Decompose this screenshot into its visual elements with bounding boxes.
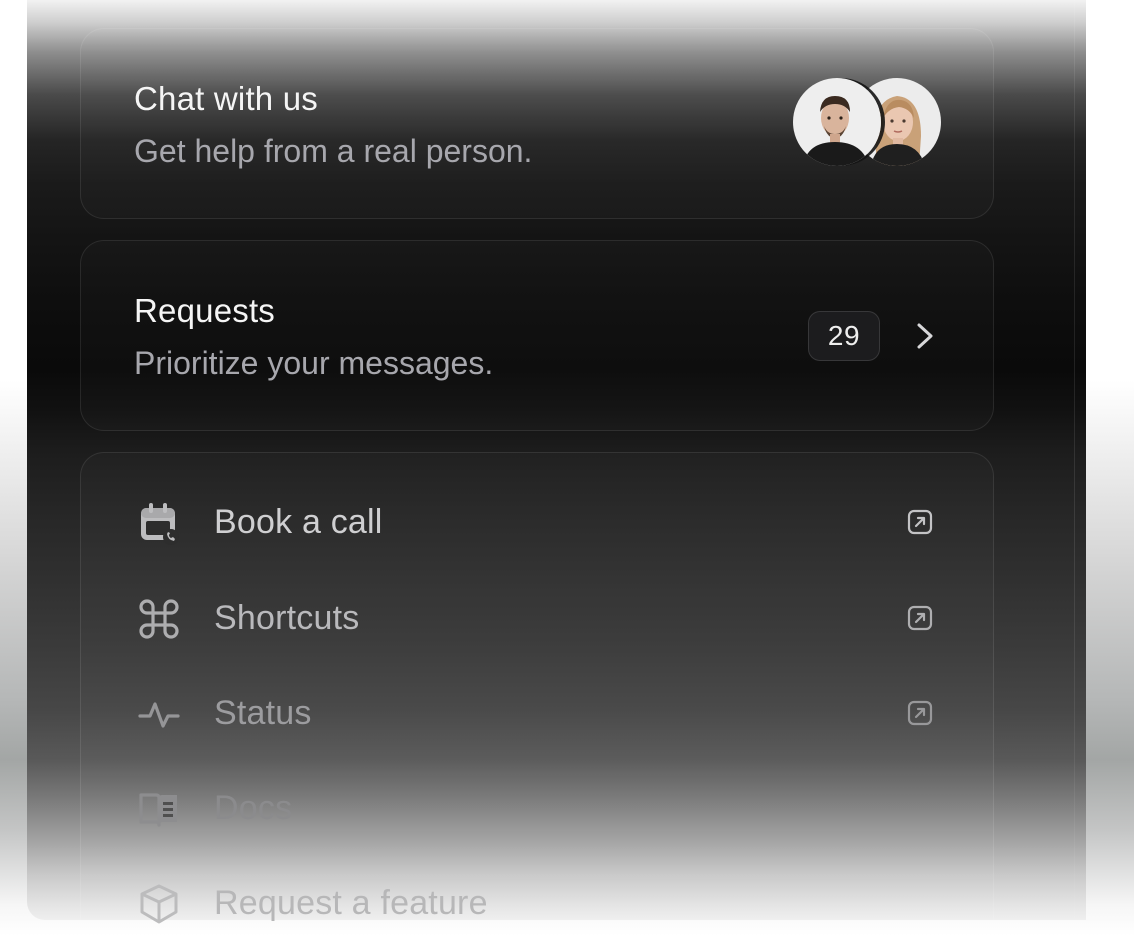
chevron-right-icon: [917, 323, 933, 349]
link-label: Shortcuts: [214, 599, 360, 637]
panel-divider: [1074, 0, 1075, 920]
link-docs[interactable]: Docs: [134, 781, 944, 841]
support-agent-man-avatar: [793, 78, 881, 166]
activity-pulse-icon: [138, 702, 180, 728]
chat-with-us-card[interactable]: Chat with us Get help from a real person…: [80, 28, 994, 219]
package-box-icon: [140, 884, 178, 924]
link-request-a-feature[interactable]: Request a feature: [134, 876, 944, 936]
link-label: Status: [214, 694, 312, 732]
command-icon: [139, 599, 179, 639]
requests-count-badge: 29: [808, 311, 880, 361]
chat-subtitle: Get help from a real person.: [134, 133, 533, 169]
requests-title: Requests: [134, 292, 276, 329]
calendar-phone-icon: [141, 503, 179, 545]
chat-title: Chat with us: [134, 80, 318, 117]
requests-card[interactable]: Requests Prioritize your messages. 29: [80, 240, 994, 431]
link-label: Docs: [214, 789, 293, 827]
link-label: Book a call: [214, 503, 383, 541]
requests-subtitle: Prioritize your messages.: [134, 345, 494, 381]
screen: Chat with us Get help from a real person…: [0, 0, 1134, 936]
link-shortcuts[interactable]: Shortcuts: [134, 591, 944, 651]
external-link-icon: [907, 700, 933, 726]
link-status[interactable]: Status: [134, 686, 944, 746]
link-label: Request a feature: [214, 884, 488, 922]
link-book-a-call[interactable]: Book a call: [134, 495, 944, 555]
external-link-icon: [907, 509, 933, 535]
help-links-card: Book a call Shortcuts Status Docs Reques…: [80, 452, 994, 924]
support-avatars: [793, 78, 945, 168]
external-link-icon: [907, 605, 933, 631]
book-open-icon: [139, 793, 177, 827]
